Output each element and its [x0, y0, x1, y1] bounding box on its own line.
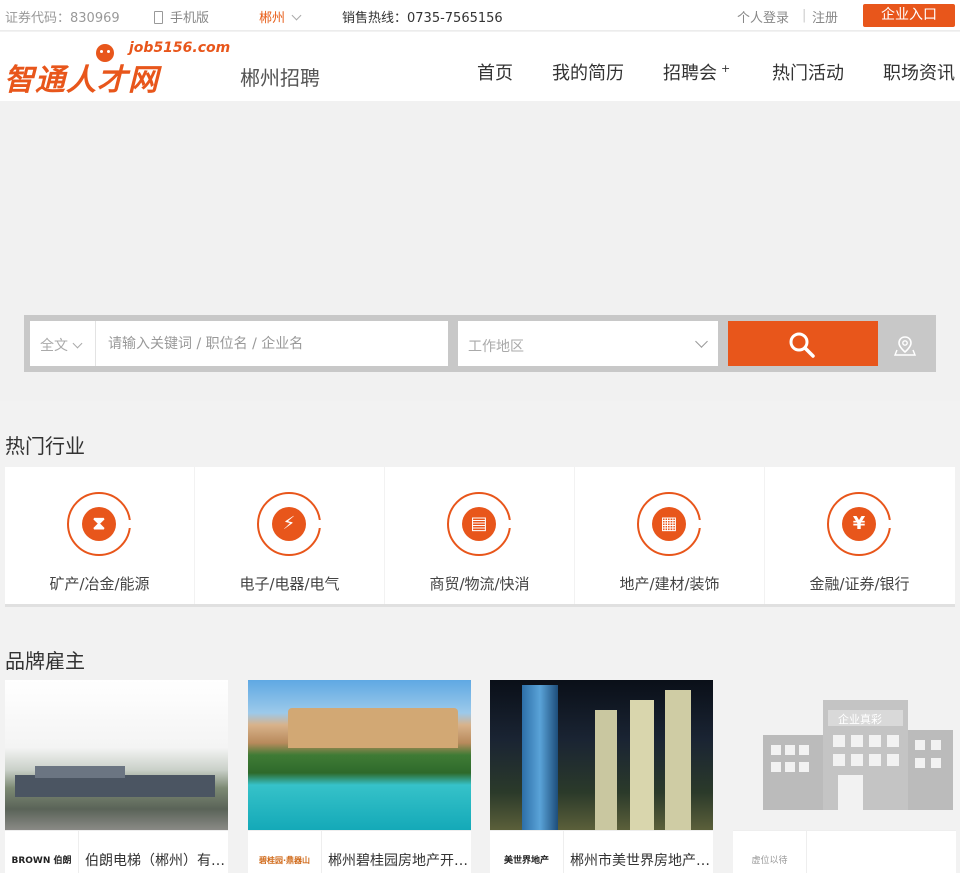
- building-image: [665, 690, 691, 830]
- brand-card-footer: BROWN 伯朗 伯朗电梯（郴州）有限公司: [5, 830, 228, 873]
- plus-icon: +: [721, 62, 731, 75]
- mobile-label: 手机版: [170, 11, 210, 26]
- company-photo: [490, 680, 713, 830]
- industry-icon-ring: ¥: [827, 492, 893, 556]
- industry-label: 矿产/冶金/能源: [49, 575, 150, 593]
- register-link[interactable]: 注册: [812, 7, 838, 26]
- placeholder-photo: 企业真彩: [733, 680, 956, 830]
- search-input[interactable]: [102, 321, 442, 366]
- building-image: [595, 710, 617, 830]
- company-photo: [5, 680, 228, 830]
- ring-gap: [125, 520, 133, 528]
- industry-item-realestate[interactable]: ▦ 地产/建材/装饰: [575, 467, 764, 604]
- ring-gap: [885, 520, 893, 528]
- search-button[interactable]: [728, 321, 878, 366]
- keyword-box: 全文: [30, 321, 448, 366]
- bus-icon: ▤: [462, 507, 496, 541]
- brand-card[interactable]: 美世界地产 郴州市美世界房地产开发有限公司: [490, 680, 713, 873]
- search-icon: [789, 332, 815, 358]
- building-image: [288, 708, 458, 748]
- company-name: 伯朗电梯（郴州）有限公司: [85, 853, 225, 869]
- work-area-select[interactable]: 工作地区: [458, 321, 718, 366]
- top-bar: 证券代码：830969 手机版 郴州 销售热线：0735-7565156 个人登…: [0, 0, 960, 31]
- nav-career-news[interactable]: 职场资讯: [883, 59, 955, 85]
- brand-card-placeholder[interactable]: 企业真彩 虚位以待: [733, 680, 956, 873]
- nav-hot-events[interactable]: 热门活动: [772, 59, 844, 85]
- placeholder-label: 企业真彩: [838, 713, 882, 726]
- industry-label: 商贸/物流/快消: [429, 575, 530, 593]
- personal-login-link[interactable]: 个人登录: [737, 7, 789, 26]
- industry-icon-ring: ⧗: [67, 492, 133, 556]
- industry-icon-ring: ⚡: [257, 492, 323, 556]
- separator: |: [802, 8, 807, 23]
- work-area-placeholder: 工作地区: [468, 339, 524, 355]
- building-image: [522, 685, 558, 830]
- brand-card-footer: 美世界地产 郴州市美世界房地产开发有限公司: [490, 830, 713, 873]
- city-subtitle: 郴州招聘: [240, 66, 320, 90]
- map-location-icon[interactable]: [894, 335, 916, 357]
- ring-gap: [315, 520, 323, 528]
- industry-icon-ring: ▦: [637, 492, 703, 556]
- search-bar: 全文 工作地区: [24, 315, 936, 372]
- stock-code: 证券代码：830969: [5, 11, 120, 26]
- nav-my-resume[interactable]: 我的简历: [552, 59, 624, 85]
- hot-industries-title: 热门行业: [5, 434, 85, 458]
- electric-icon: ⚡: [272, 507, 306, 541]
- company-name: 郴州碧桂园房地产开发有限公司: [328, 853, 468, 869]
- company-mini-logo: 虚位以待: [733, 831, 807, 873]
- company-name: 郴州市美世界房地产开发有限公司: [570, 853, 710, 869]
- site-logo[interactable]: 智通人才网 job5156.com: [4, 40, 230, 98]
- hourglass-icon: ⧗: [82, 507, 116, 541]
- logo-domain: job5156.com: [129, 40, 231, 56]
- industry-list: ⧗ 矿产/冶金/能源 ⚡ 电子/电器/电气 ▤ 商贸/物流/快消 ▦ 地产/建材…: [5, 467, 955, 607]
- industry-item-finance[interactable]: ¥ 金融/证券/银行: [765, 467, 955, 604]
- city-selector[interactable]: 郴州: [259, 7, 302, 26]
- phone-icon: [154, 11, 163, 24]
- search-scope-label: 全文: [40, 338, 68, 354]
- yen-icon: ¥: [842, 507, 876, 541]
- chevron-down-icon: [695, 335, 708, 348]
- industry-item-mining[interactable]: ⧗ 矿产/冶金/能源: [5, 467, 194, 604]
- building-icon: [763, 700, 953, 810]
- brand-employers-title: 品牌雇主: [5, 649, 85, 673]
- building-image: [35, 766, 125, 778]
- industry-label: 金融/证券/银行: [809, 575, 910, 593]
- divider: [95, 321, 96, 366]
- logo-text: 智通人才网: [4, 63, 159, 98]
- building-image: [630, 700, 654, 830]
- ring-gap: [695, 520, 703, 528]
- industry-label: 地产/建材/装饰: [619, 575, 720, 593]
- building-icon: ▦: [652, 507, 686, 541]
- building-image: [15, 775, 215, 797]
- site-header: 智通人才网 job5156.com 郴州招聘 首页 我的简历 招聘会 + 热门活动…: [0, 32, 960, 101]
- brand-card[interactable]: BROWN 伯朗 伯朗电梯（郴州）有限公司: [5, 680, 228, 873]
- search-scope-select[interactable]: 全文: [40, 335, 83, 355]
- sales-hotline: 销售热线：0735-7565156: [342, 11, 503, 26]
- brand-card[interactable]: 碧桂园·鼎器山 郴州碧桂园房地产开发有限公司: [248, 680, 471, 873]
- company-mini-logo: 美世界地产: [490, 831, 564, 873]
- chevron-down-icon: [72, 338, 83, 349]
- industry-item-trade[interactable]: ▤ 商贸/物流/快消: [385, 467, 574, 604]
- company-mini-logo: BROWN 伯朗: [5, 831, 79, 873]
- company-mini-logo: 碧桂园·鼎器山: [248, 831, 322, 873]
- industry-icon-ring: ▤: [447, 492, 513, 556]
- nav-job-fair-label: 招聘会: [663, 63, 717, 84]
- nav-home[interactable]: 首页: [477, 59, 513, 85]
- industry-item-electronics[interactable]: ⚡ 电子/电器/电气: [195, 467, 384, 604]
- enterprise-entry-button[interactable]: 企业入口: [863, 4, 955, 27]
- brand-card-footer: 虚位以待: [733, 830, 956, 873]
- industry-label: 电子/电器/电气: [239, 575, 340, 593]
- brand-card-footer: 碧桂园·鼎器山 郴州碧桂园房地产开发有限公司: [248, 830, 471, 873]
- ring-gap: [505, 520, 513, 528]
- city-label: 郴州: [259, 11, 286, 26]
- chevron-down-icon: [291, 10, 302, 21]
- nav-job-fair[interactable]: 招聘会 +: [663, 59, 730, 85]
- company-photo: [248, 680, 471, 830]
- mobile-link[interactable]: 手机版: [154, 7, 209, 26]
